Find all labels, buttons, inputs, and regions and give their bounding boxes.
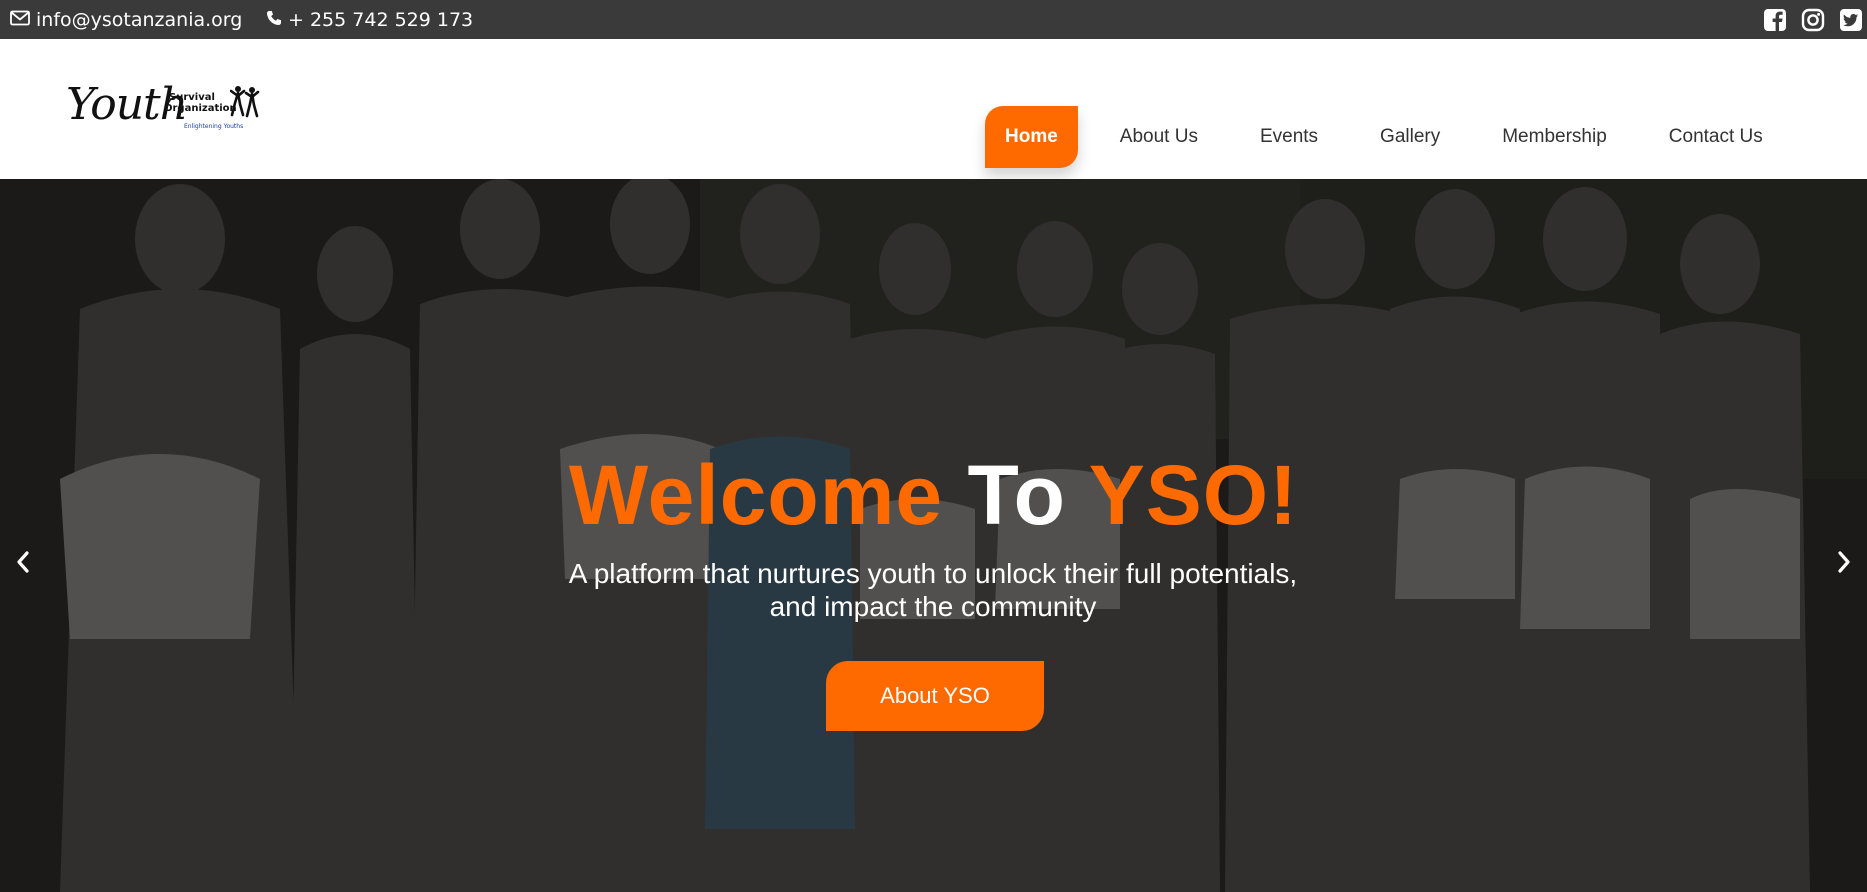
nav-item-home[interactable]: Home	[985, 106, 1078, 168]
phone-text[interactable]: + 255 742 529 173	[288, 9, 473, 31]
chevron-left-icon[interactable]	[8, 547, 38, 577]
envelope-icon	[10, 9, 36, 31]
site-header: Youth Survival Organization Enlightening…	[0, 39, 1867, 179]
about-yso-button[interactable]: About YSO	[826, 661, 1044, 731]
logo-figures-icon	[230, 86, 260, 118]
logo-tagline: Enlightening Youths	[184, 123, 244, 130]
hero-title-to: To	[967, 448, 1066, 542]
hero-subtitle-line-1: A platform that nurtures youth to unlock…	[568, 558, 1298, 589]
instagram-icon[interactable]	[1801, 8, 1825, 32]
hero-title-welcome: Welcome	[568, 448, 944, 542]
nav-item-membership[interactable]: Membership	[1482, 106, 1627, 168]
email-text[interactable]: info@ysotanzania.org	[36, 9, 242, 31]
nav-item-about-us[interactable]: About Us	[1100, 106, 1218, 168]
logo-subtitle-organization: Organization	[164, 103, 237, 114]
hero-title: Welcome To YSO!	[0, 447, 1867, 544]
hero-title-yso: YSO!	[1088, 448, 1299, 542]
facebook-icon[interactable]	[1763, 8, 1787, 32]
main-navigation: Home About Us Events Gallery Membership …	[985, 106, 1805, 168]
phone-icon	[266, 9, 288, 31]
nav-item-events[interactable]: Events	[1240, 106, 1338, 168]
chevron-right-icon[interactable]	[1829, 547, 1859, 577]
hero-subtitle-line-2: and impact the community	[769, 591, 1097, 622]
hero-slider: Welcome To YSO! A platform that nurtures…	[0, 179, 1867, 892]
hero-subtitle: A platform that nurtures youth to unlock…	[433, 557, 1433, 623]
site-logo[interactable]: Youth Survival Organization Enlightening…	[66, 79, 262, 139]
twitter-icon[interactable]	[1839, 8, 1863, 32]
phone-contact[interactable]: + 255 742 529 173	[266, 0, 473, 39]
email-contact[interactable]: info@ysotanzania.org	[10, 0, 242, 39]
social-links	[1763, 0, 1863, 39]
nav-item-contact-us[interactable]: Contact Us	[1649, 106, 1783, 168]
logo-subtitle-survival: Survival	[169, 92, 215, 103]
nav-item-gallery[interactable]: Gallery	[1360, 106, 1460, 168]
top-bar: info@ysotanzania.org + 255 742 529 173	[0, 0, 1867, 39]
